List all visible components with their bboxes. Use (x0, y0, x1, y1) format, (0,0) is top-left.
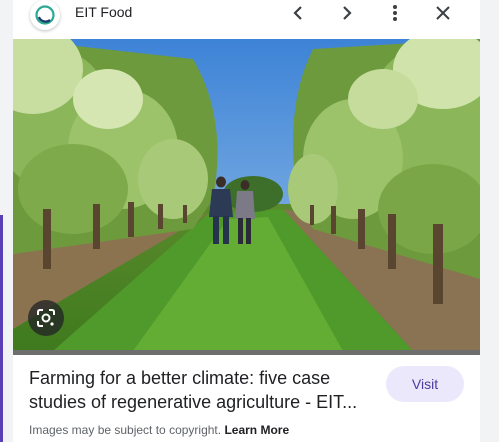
visit-button[interactable]: Visit (386, 366, 464, 402)
orchard-photo (13, 39, 480, 351)
chevron-left-icon (293, 6, 302, 20)
more-vert-icon (393, 5, 397, 21)
preview-image[interactable] (13, 39, 480, 351)
eit-food-logo-icon[interactable] (30, 0, 60, 30)
chevron-right-icon (343, 6, 352, 20)
source-name[interactable]: EIT Food (75, 4, 132, 20)
google-lens-button[interactable] (28, 300, 64, 336)
image-preview-panel: EIT Food Farming for a better climate: f… (13, 0, 480, 442)
copyright-notice: Images may be subject to copyright. Lear… (29, 423, 289, 437)
more-options-button[interactable] (381, 0, 409, 26)
close-button[interactable] (429, 0, 457, 26)
background-strip-right (480, 0, 499, 442)
learn-more-link[interactable]: Learn More (224, 423, 289, 437)
image-bottom-bar (13, 350, 480, 355)
panel-header: EIT Food (13, 0, 480, 38)
result-title-line-1: Farming for a better climate: five case (29, 368, 331, 388)
background-strip-left (0, 0, 13, 442)
next-button[interactable] (333, 0, 361, 26)
close-icon (436, 6, 450, 20)
copyright-text: Images may be subject to copyright. (29, 423, 222, 437)
lens-icon (37, 309, 55, 327)
result-title-line-2: studies of regenerative agriculture - EI… (29, 392, 358, 412)
result-title[interactable]: Farming for a better climate: five case … (29, 366, 379, 414)
selection-accent (0, 215, 3, 442)
previous-button[interactable] (284, 0, 312, 26)
